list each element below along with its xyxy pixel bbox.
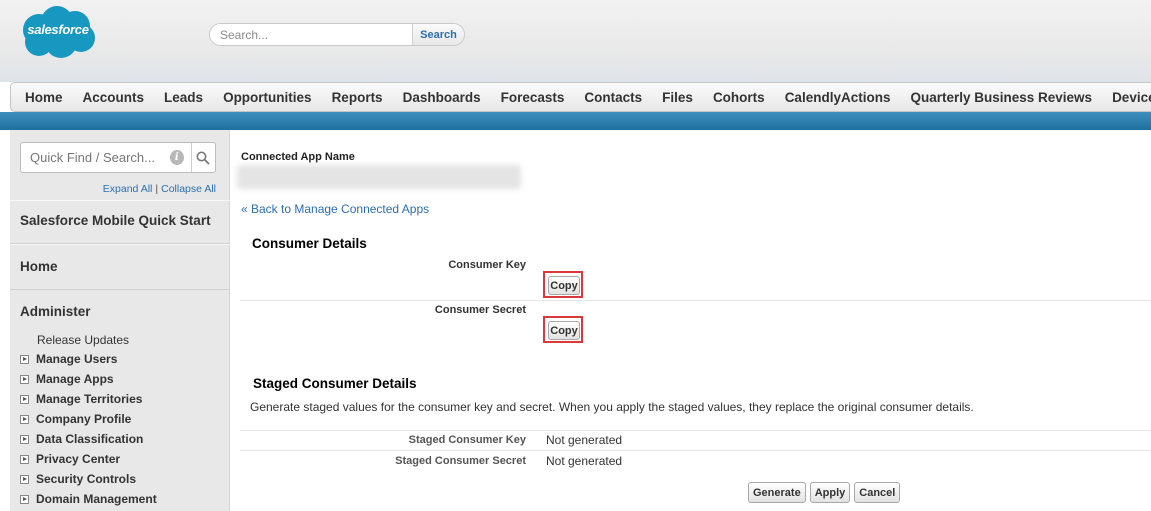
search-icon[interactable]	[191, 151, 215, 165]
apply-button[interactable]: Apply	[809, 482, 851, 503]
expand-icon	[20, 494, 29, 504]
nav-strip	[0, 112, 1151, 130]
cancel-button[interactable]: Cancel	[854, 482, 901, 503]
redacted-app-name	[237, 165, 521, 189]
consumer-secret-label: Consumer Secret	[434, 304, 526, 316]
tab-reports[interactable]: Reports	[332, 90, 383, 105]
consumer-key-label: Consumer Key	[448, 259, 526, 271]
copy-consumer-secret-button[interactable]: Copy	[548, 321, 580, 340]
staged-description: Generate staged values for the consumer …	[250, 400, 974, 414]
expand-icon	[20, 354, 29, 364]
link-separator: |	[155, 183, 159, 195]
setup-sidebar: i Expand All|Collapse All Salesforce Mob…	[10, 130, 230, 511]
tab-home[interactable]: Home	[25, 90, 63, 105]
expand-icon	[20, 434, 29, 444]
sidebar-item-manage-apps[interactable]: Manage Apps	[20, 372, 114, 386]
expand-collapse-links: Expand All | Collapse All	[10, 183, 216, 195]
sidebar-item-label: Domain Management	[36, 492, 157, 506]
sidebar-section-home: Home	[10, 244, 230, 290]
generate-button[interactable]: Generate	[748, 482, 806, 503]
copy-consumer-key-button[interactable]: Copy	[548, 276, 580, 295]
global-search-button[interactable]: Search	[412, 24, 464, 45]
sidebar-item-label: Manage Territories	[36, 392, 143, 406]
consumer-secret-copy-highlight: Copy	[543, 316, 583, 343]
connected-app-name-label: Connected App Name	[241, 151, 355, 163]
expand-icon	[20, 474, 29, 484]
sidebar-item-label: Manage Users	[36, 352, 118, 366]
sidebar-item-manage-users[interactable]: Manage Users	[20, 352, 117, 366]
staged-consumer-secret-value: Not generated	[546, 454, 623, 468]
sidebar-section-mobile: Salesforce Mobile Quick Start	[10, 200, 230, 244]
nav-tabbar: Home Accounts Leads Opportunities Report…	[10, 82, 1151, 112]
staged-actions: Generate Apply Cancel	[748, 482, 901, 503]
sidebar-item-privacy-center[interactable]: Privacy Center	[20, 452, 120, 466]
divider	[240, 300, 1151, 301]
expand-icon	[20, 374, 29, 384]
consumer-key-copy-highlight: Copy	[543, 271, 583, 298]
expand-icon	[20, 414, 29, 424]
back-to-connected-apps-link[interactable]: « Back to Manage Connected Apps	[241, 202, 429, 216]
tab-leads[interactable]: Leads	[164, 90, 203, 105]
expand-icon	[20, 454, 29, 464]
sidebar-item-data-classification[interactable]: Data Classification	[20, 432, 143, 446]
global-search-input[interactable]	[210, 24, 412, 45]
divider	[240, 450, 1151, 451]
sidebar-item-manage-territories[interactable]: Manage Territories	[20, 392, 142, 406]
tab-dashboards[interactable]: Dashboards	[403, 90, 481, 105]
tab-quarterly-business-reviews[interactable]: Quarterly Business Reviews	[910, 90, 1092, 105]
tab-calendlyactions[interactable]: CalendlyActions	[785, 90, 891, 105]
sidebar-item-label: Data Classification	[36, 432, 144, 446]
quick-find: i	[20, 142, 216, 173]
tab-forecasts[interactable]: Forecasts	[501, 90, 565, 105]
salesforce-logo[interactable]: salesforce	[17, 4, 99, 60]
sidebar-item-label: Company Profile	[36, 412, 132, 426]
expand-icon	[20, 394, 29, 404]
tab-cohorts[interactable]: Cohorts	[713, 90, 765, 105]
staged-consumer-details-title: Staged Consumer Details	[253, 376, 417, 391]
logo-text: salesforce	[27, 22, 89, 37]
sidebar-item-label: Privacy Center	[36, 452, 121, 466]
tab-opportunities[interactable]: Opportunities	[223, 90, 312, 105]
staged-consumer-key-label: Staged Consumer Key	[408, 434, 526, 446]
sidebar-item-label: Manage Apps	[36, 372, 114, 386]
header: salesforce Search	[0, 0, 1151, 82]
sidebar-item-release-updates[interactable]: Release Updates	[37, 333, 129, 347]
consumer-details-title: Consumer Details	[252, 236, 367, 251]
sidebar-item-domain-management[interactable]: Domain Management	[20, 492, 157, 506]
info-icon[interactable]: i	[170, 150, 184, 165]
divider	[240, 430, 1151, 431]
global-search: Search	[209, 23, 465, 46]
tab-accounts[interactable]: Accounts	[83, 90, 145, 105]
sidebar-item-home[interactable]: Home	[20, 259, 58, 274]
sidebar-item-security-controls[interactable]: Security Controls	[20, 472, 136, 486]
sidebar-item-mobile-quick-start[interactable]: Salesforce Mobile Quick Start	[20, 213, 211, 228]
sidebar-item-company-profile[interactable]: Company Profile	[20, 412, 131, 426]
tab-device-tiers[interactable]: Device Tiers	[1112, 90, 1151, 105]
staged-consumer-key-value: Not generated	[546, 433, 623, 447]
sidebar-heading-administer[interactable]: Administer	[20, 304, 91, 319]
tab-files[interactable]: Files	[662, 90, 693, 105]
expand-all-link[interactable]: Expand All	[103, 183, 153, 195]
staged-consumer-secret-label: Staged Consumer Secret	[395, 455, 526, 467]
sidebar-item-label: Security Controls	[36, 472, 137, 486]
quick-find-input[interactable]	[30, 150, 168, 165]
main-content: Connected App Name « Back to Manage Conn…	[231, 130, 1151, 511]
tab-contacts[interactable]: Contacts	[584, 90, 642, 105]
collapse-all-link[interactable]: Collapse All	[161, 183, 216, 195]
